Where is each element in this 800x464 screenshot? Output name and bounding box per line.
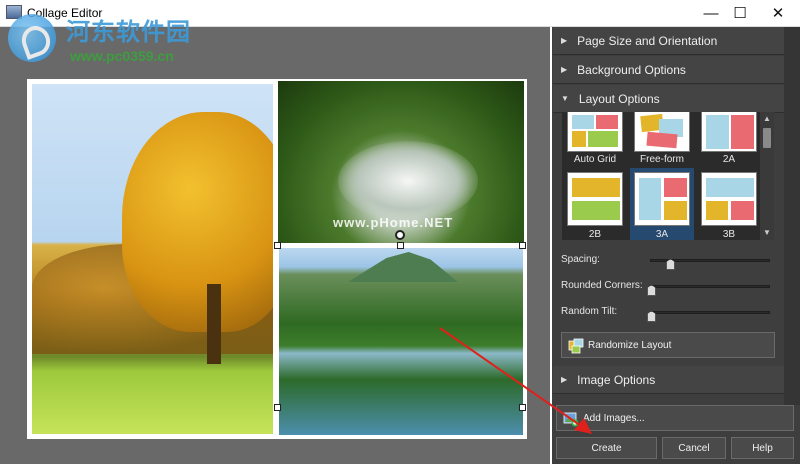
spacing-label: Spacing:	[561, 254, 600, 265]
rotate-handle-icon[interactable]	[395, 230, 405, 240]
section-page-size[interactable]: ▶ Page Size and Orientation	[553, 27, 784, 55]
section-label: Page Size and Orientation	[577, 33, 718, 48]
section-label: Layout Options	[578, 91, 660, 106]
scroll-thumb[interactable]	[763, 128, 771, 148]
stream-water-shape	[338, 141, 478, 221]
resize-handle-top[interactable]	[397, 242, 404, 249]
section-label: Background Options	[577, 62, 686, 77]
layout-label: Auto Grid	[573, 154, 617, 165]
section-image-options[interactable]: ▶ Image Options	[553, 366, 784, 394]
randomize-layout-icon	[568, 338, 584, 354]
layout-label: Free-form	[640, 154, 684, 165]
caret-down-icon: ▼	[561, 94, 569, 103]
add-images-label: Add Images...	[583, 412, 645, 424]
image-watermark-text: www.pHome.NET	[333, 215, 454, 230]
add-images-icon	[563, 412, 579, 427]
rounded-corners-label: Rounded Corners:	[561, 280, 643, 291]
collage-canvas[interactable]: www.pHome.NET	[0, 27, 550, 464]
layout-label: 3B	[722, 229, 736, 240]
resize-handle-bottom-right[interactable]	[519, 404, 526, 411]
layout-thumb-2b[interactable]	[567, 172, 623, 226]
caret-right-icon: ▶	[561, 65, 568, 74]
caret-right-icon: ▶	[561, 36, 568, 45]
layout-thumbnails-scrollbar[interactable]: ▲ ▼	[760, 112, 774, 240]
layout-label: 3A	[655, 229, 669, 240]
add-images-button[interactable]: Add Images...	[556, 405, 794, 431]
caret-right-icon: ▶	[561, 375, 568, 384]
help-button[interactable]: Help	[731, 437, 794, 459]
scroll-up-icon[interactable]: ▲	[760, 112, 774, 126]
layout-thumb-3b[interactable]	[701, 172, 757, 226]
layout-thumb-3a[interactable]	[634, 172, 690, 226]
scroll-down-icon[interactable]: ▼	[760, 226, 774, 240]
selection-frame	[278, 246, 524, 436]
section-label: Image Options	[577, 372, 656, 387]
layout-thumb-free-form[interactable]	[634, 112, 690, 152]
collage-photo-tree[interactable]	[32, 84, 273, 434]
close-button[interactable]: ✕	[755, 0, 800, 26]
random-tilt-slider[interactable]	[650, 311, 770, 314]
app-icon	[6, 5, 22, 19]
create-button[interactable]: Create	[556, 437, 657, 459]
title-bar: Collage Editor — ☐ ✕	[0, 0, 800, 27]
cancel-button[interactable]: Cancel	[662, 437, 726, 459]
random-tilt-label: Random Tilt:	[561, 306, 618, 317]
layout-label: 2B	[588, 229, 602, 240]
layout-thumbnails[interactable]: Auto Grid Free-form 2A 2B 3A 3B	[562, 112, 774, 240]
section-layout-options[interactable]: ▼ Layout Options	[553, 85, 784, 113]
rounded-corners-slider[interactable]	[650, 285, 770, 288]
tree-trunk-shape	[207, 284, 221, 364]
section-background-options[interactable]: ▶ Background Options	[553, 56, 784, 84]
layout-thumb-2a[interactable]	[701, 112, 757, 152]
tree-crown-shape	[122, 112, 273, 332]
resize-handle-top-left[interactable]	[274, 242, 281, 249]
window-title: Collage Editor	[27, 6, 103, 20]
resize-handle-top-right[interactable]	[519, 242, 526, 249]
randomize-layout-label: Randomize Layout	[588, 339, 672, 351]
layout-label: 2A	[722, 154, 736, 165]
randomize-layout-button[interactable]: Randomize Layout	[561, 332, 775, 358]
resize-handle-bottom-left[interactable]	[274, 404, 281, 411]
layout-thumb-auto-grid[interactable]	[567, 112, 623, 152]
panel-scrollbar[interactable]	[784, 27, 800, 405]
